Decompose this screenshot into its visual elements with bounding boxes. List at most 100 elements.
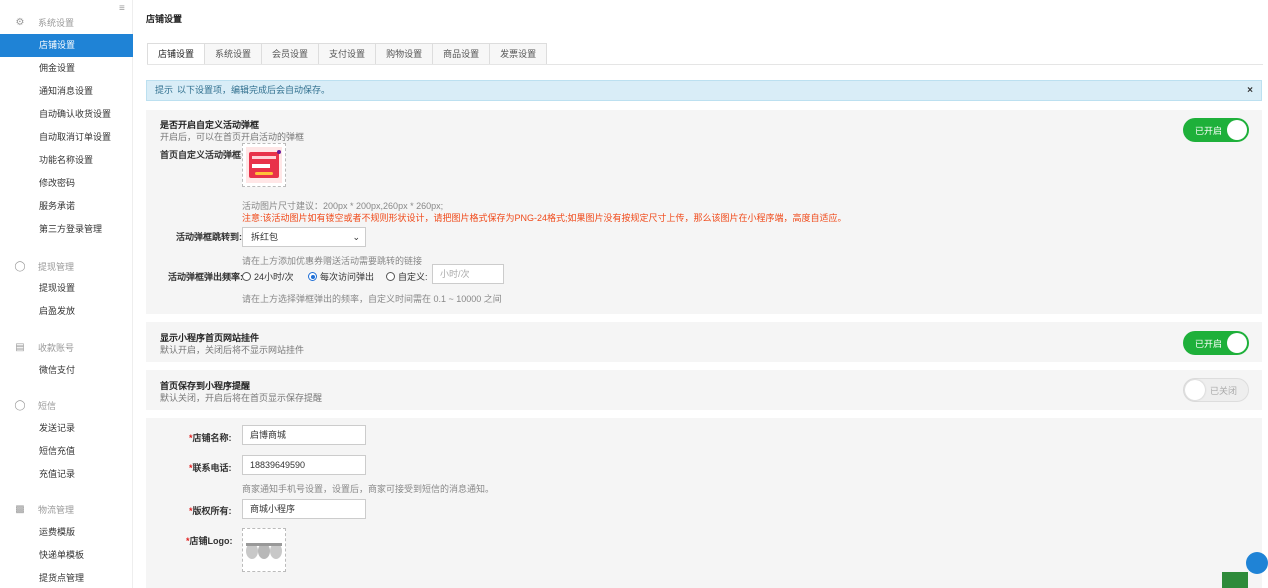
page-title: 店铺设置	[146, 14, 183, 24]
save-reminder-panel: 首页保存到小程序提醒 默认关闭，开启后将在首页显示保存提醒 已关闭	[146, 370, 1262, 410]
frequency-option-custom[interactable]: 自定义:	[386, 270, 428, 283]
sidebar-item-wechat-pay[interactable]: 微信支付	[0, 359, 133, 382]
sidebar-group-logistics[interactable]: ▩ 物流管理	[14, 501, 74, 517]
tab-member[interactable]: 会员设置	[262, 43, 320, 65]
sidebar-group-system[interactable]: ⚙ 系统设置	[14, 14, 75, 30]
sidebar-group-account[interactable]: ▤ 收款账号	[14, 339, 74, 355]
toggle-label: 已关闭	[1210, 385, 1238, 396]
phone-label-text: 联系电话:	[192, 463, 232, 473]
save-reminder-subtitle: 默认关闭，开启后将在首页显示保存提醒	[160, 393, 323, 403]
tip-strong: 提示	[155, 85, 174, 95]
frequency-custom-input[interactable]: 小时/次	[432, 264, 504, 284]
sidebar-group-label: 物流管理	[38, 504, 75, 515]
tabs-divider	[147, 64, 1263, 65]
sidebar-group-label: 短信	[38, 400, 57, 411]
popup-subtitle: 开启后，可以在首页开启活动的弹框	[160, 132, 305, 142]
popup-image-label: 首页自定义活动弹框:	[160, 150, 244, 160]
toggle-label: 已开启	[1195, 125, 1223, 136]
sidebar-item-commission[interactable]: 佣金设置	[0, 57, 133, 80]
chevron-down-icon: ⌄	[352, 232, 360, 242]
tab-system[interactable]: 系统设置	[205, 43, 263, 65]
popup-settings-panel: 是否开启自定义活动弹框 开启后，可以在首页开启活动的弹框 已开启 首页自定义活动…	[146, 110, 1262, 314]
plugin-subtitle: 默认开启，关闭后将不显示网站挂件	[160, 345, 305, 355]
radio-checked-icon	[308, 272, 317, 281]
frequency-note: 请在上方选择弹框弹出的频率，自定义时间需在 0.1 ~ 10000 之间	[242, 294, 502, 304]
tab-shop[interactable]: 店铺设置	[147, 43, 206, 65]
settings-tabs: 店铺设置 系统设置 会员设置 支付设置 购物设置 商品设置 发票设置	[147, 43, 548, 65]
phone-note: 商家通知手机号设置，设置后，商家可接受到短信的消息通知。	[242, 484, 495, 494]
shop-name-input[interactable]: 启博商城	[242, 425, 366, 445]
app: ≡ ⚙ 系统设置 店铺设置 佣金设置 通知消息设置 自动确认收货设置 自动取消订…	[0, 0, 1268, 588]
sidebar-group-label: 提现管理	[38, 261, 75, 272]
gear-icon: ⚙	[15, 16, 25, 28]
phone-label: *联系电话:	[189, 461, 232, 474]
menu-collapse-icon[interactable]: ≡	[119, 3, 125, 14]
toggle-knob	[1227, 120, 1247, 140]
sidebar: ≡ ⚙ 系统设置 店铺设置 佣金设置 通知消息设置 自动确认收货设置 自动取消订…	[0, 0, 133, 588]
withdraw-icon: ◯	[14, 260, 26, 272]
radio-icon	[242, 272, 251, 281]
sms-icon: ◯	[14, 399, 26, 411]
logo-label: *店铺Logo:	[186, 534, 233, 547]
logo-upload[interactable]	[242, 528, 286, 572]
sidebar-group-sms[interactable]: ◯ 短信	[14, 397, 56, 413]
sidebar-item-service-promise[interactable]: 服务承诺	[0, 195, 133, 218]
card-icon: ▤	[15, 341, 25, 353]
toggle-label: 已开启	[1195, 338, 1223, 349]
close-icon[interactable]: ×	[1247, 81, 1253, 100]
sidebar-item-function-names[interactable]: 功能名称设置	[0, 149, 133, 172]
image-warning-note: 注意:该活动图片如有镂空或者不规则形状设计，请把图片格式保存为PNG-24格式;…	[242, 213, 847, 223]
sidebar-item-auto-cancel[interactable]: 自动取消订单设置	[0, 126, 133, 149]
sidebar-item-express-template[interactable]: 快递单模板	[0, 544, 133, 567]
sidebar-item-shop-settings[interactable]: 店铺设置	[0, 34, 133, 57]
sidebar-item-sms-recharge[interactable]: 短信充值	[0, 440, 133, 463]
frequency-option-24h[interactable]: 24小时/次	[242, 270, 294, 283]
radio-label: 每次访问弹出	[320, 272, 375, 282]
copyright-label-text: 版权所有:	[192, 506, 232, 516]
sidebar-group-withdraw[interactable]: ◯ 提现管理	[14, 258, 74, 274]
shop-name-label-text: 店铺名称:	[192, 433, 232, 443]
popup-image-thumbnail	[246, 147, 282, 183]
plugin-settings-panel: 显示小程序首页网站挂件 默认开启，关闭后将不显示网站挂件 已开启	[146, 322, 1262, 362]
sidebar-item-pickup-points[interactable]: 提货点管理	[0, 567, 133, 588]
sidebar-item-freight-template[interactable]: 运费模版	[0, 521, 133, 544]
tab-invoice[interactable]: 发票设置	[490, 43, 548, 65]
truck-icon: ▩	[15, 503, 25, 515]
tip-text: 以下设置项，编辑完成后会自动保存。	[177, 85, 331, 95]
tab-payment[interactable]: 支付设置	[319, 43, 377, 65]
frequency-option-every-visit[interactable]: 每次访问弹出	[308, 270, 374, 283]
phone-input[interactable]: 18839649590	[242, 455, 366, 475]
toggle-knob	[1185, 380, 1205, 400]
toggle-knob	[1227, 333, 1247, 353]
save-reminder-toggle[interactable]: 已关闭	[1183, 378, 1249, 402]
radio-label: 自定义:	[398, 272, 428, 282]
radio-label: 24小时/次	[254, 272, 294, 282]
sidebar-item-withdraw-settings[interactable]: 提现设置	[0, 277, 133, 300]
copyright-input[interactable]: 商城小程序	[242, 499, 366, 519]
sidebar-item-notification[interactable]: 通知消息设置	[0, 80, 133, 103]
sidebar-item-send-records[interactable]: 发送记录	[0, 417, 133, 440]
jump-select[interactable]: 拆红包 ⌄	[242, 227, 366, 247]
support-icon[interactable]	[1246, 552, 1268, 574]
tab-shopping[interactable]: 购物设置	[376, 43, 434, 65]
shop-info-panel: *店铺名称: 启博商城 *联系电话: 18839649590 商家通知手机号设置…	[146, 418, 1262, 588]
popup-toggle[interactable]: 已开启	[1183, 118, 1249, 142]
logo-thumbnail	[246, 543, 282, 559]
feedback-icon[interactable]	[1222, 572, 1248, 588]
plugin-toggle[interactable]: 已开启	[1183, 331, 1249, 355]
frequency-label: 活动弹框弹出频率:	[168, 272, 243, 282]
sidebar-item-auto-confirm[interactable]: 自动确认收货设置	[0, 103, 133, 126]
sidebar-item-payout[interactable]: 启盈发放	[0, 300, 133, 323]
jump-select-value: 拆红包	[251, 232, 279, 242]
copyright-label: *版权所有:	[189, 504, 232, 517]
jump-note: 请在上方添加优惠券赠送活动需要跳转的链接	[242, 256, 423, 266]
sidebar-group-label: 收款账号	[38, 342, 75, 353]
jump-label: 活动弹框跳转到:	[176, 232, 242, 242]
sidebar-group-label: 系统设置	[38, 17, 75, 28]
tab-goods[interactable]: 商品设置	[433, 43, 491, 65]
sidebar-item-recharge-records[interactable]: 充值记录	[0, 463, 133, 486]
popup-image-upload[interactable]	[242, 143, 286, 187]
tip-alert: 提示 以下设置项，编辑完成后会自动保存。 ×	[146, 80, 1262, 101]
sidebar-item-change-password[interactable]: 修改密码	[0, 172, 133, 195]
sidebar-item-third-party-login[interactable]: 第三方登录管理	[0, 218, 133, 241]
